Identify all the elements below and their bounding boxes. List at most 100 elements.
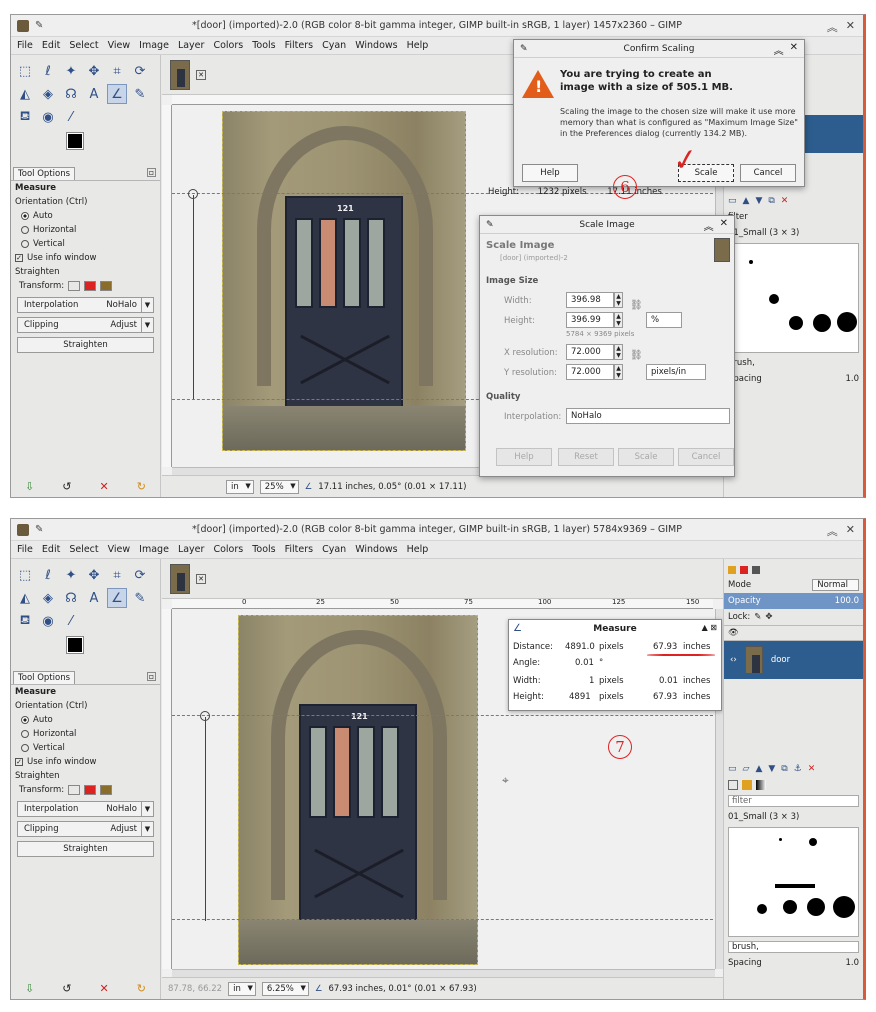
- lasso-icon[interactable]: ℓ: [38, 565, 58, 585]
- interpolation-combo[interactable]: Interpolation NoHalo ▼: [17, 801, 154, 817]
- minimize-icon[interactable]: ︽: [704, 218, 714, 233]
- fuzzy-select-icon[interactable]: ✦: [61, 565, 81, 585]
- minimize-icon[interactable]: ︽: [827, 523, 838, 539]
- pin-icon[interactable]: ✎: [35, 20, 43, 31]
- duplicate-layer-icon[interactable]: ⧉: [768, 196, 774, 206]
- menu-colors[interactable]: Colors: [213, 544, 243, 555]
- menu-windows[interactable]: Windows: [355, 544, 397, 555]
- radio-auto[interactable]: Auto: [11, 713, 160, 727]
- brush-tab-icon[interactable]: [728, 780, 738, 790]
- guide-line[interactable]: [172, 715, 713, 716]
- menu-file[interactable]: File: [17, 40, 33, 51]
- delete-layer-icon[interactable]: ✕: [808, 764, 816, 774]
- pin-icon[interactable]: ✎: [35, 524, 43, 535]
- minimize-icon[interactable]: ︽: [774, 42, 784, 57]
- anchor-icon[interactable]: ⚓: [794, 764, 802, 774]
- rect-select-icon[interactable]: ⬚: [15, 565, 35, 585]
- menu-layer[interactable]: Layer: [178, 40, 205, 51]
- height-input[interactable]: 396.99: [566, 312, 614, 328]
- foreground-color[interactable]: [66, 132, 84, 150]
- pattern-tab-icon[interactable]: [742, 780, 752, 790]
- delete-options-icon[interactable]: ✕: [100, 480, 109, 493]
- eye-icon[interactable]: 👁: [728, 628, 739, 638]
- close-icon[interactable]: ✕: [790, 42, 798, 57]
- image-thumbnail[interactable]: [170, 563, 190, 594]
- new-layer-icon[interactable]: ▭: [728, 764, 737, 774]
- warp-icon[interactable]: ◭: [15, 588, 35, 608]
- channels-tab-icon[interactable]: [740, 566, 748, 574]
- chain-link-icon[interactable]: ⛓: [630, 350, 643, 361]
- image-thumbnail[interactable]: [170, 59, 190, 90]
- transform-selection-icon[interactable]: [84, 785, 97, 795]
- spacing-row[interactable]: Spacing 1.0: [724, 955, 863, 971]
- interpolation-select[interactable]: NoHalo: [566, 408, 730, 424]
- menu-view[interactable]: View: [108, 40, 131, 51]
- visibility-icon[interactable]: ‹›: [730, 655, 737, 665]
- xres-spin[interactable]: ▲ ▼: [614, 344, 623, 360]
- paths-icon[interactable]: ☊: [61, 588, 81, 608]
- color-swatches[interactable]: [66, 132, 160, 167]
- clipping-combo[interactable]: Clipping Adjust ▼: [17, 317, 154, 333]
- reset-options-icon[interactable]: ↻: [137, 982, 146, 995]
- lock-pixels-icon[interactable]: ✎: [754, 612, 761, 622]
- chain-link-icon[interactable]: ⛓: [630, 300, 643, 311]
- menu-help[interactable]: Help: [407, 40, 429, 51]
- menu-cyan[interactable]: Cyan: [322, 40, 346, 51]
- y-resolution-input[interactable]: 72.000: [566, 364, 614, 380]
- radio-auto[interactable]: Auto: [11, 209, 160, 223]
- minimize-icon[interactable]: ︽: [827, 19, 838, 35]
- foreground-color[interactable]: [66, 636, 84, 654]
- measure-tool-icon[interactable]: ∠: [107, 588, 127, 608]
- save-options-icon[interactable]: ⇩: [25, 480, 34, 493]
- measure-handle[interactable]: [200, 711, 210, 721]
- door-image[interactable]: 121: [238, 615, 478, 965]
- menu-edit[interactable]: Edit: [42, 544, 60, 555]
- brush-name-field[interactable]: brush,: [724, 355, 863, 371]
- menu-layer[interactable]: Layer: [178, 544, 205, 555]
- save-options-icon[interactable]: ⇩: [25, 982, 34, 995]
- lower-layer-icon[interactable]: ▼: [755, 196, 762, 206]
- measure-tool-icon[interactable]: ∠: [107, 84, 127, 104]
- zoom-select[interactable]: 25%: [259, 479, 299, 494]
- cancel-button[interactable]: Cancel: [678, 448, 734, 466]
- raise-layer-icon[interactable]: ▲: [755, 764, 762, 774]
- layer-row[interactable]: ‹› door: [724, 641, 863, 679]
- menu-help[interactable]: Help: [407, 544, 429, 555]
- close-icon[interactable]: ▫: [147, 168, 156, 177]
- transform-layer-icon[interactable]: [68, 785, 81, 795]
- crop-icon[interactable]: ⌗: [107, 565, 127, 585]
- filter-input[interactable]: filter: [724, 209, 863, 225]
- vertical-ruler[interactable]: [162, 609, 172, 969]
- opacity-slider[interactable]: Opacity 100.0: [724, 593, 863, 609]
- transform-layer-icon[interactable]: [68, 281, 81, 291]
- brush-icon[interactable]: ⁄: [61, 107, 81, 127]
- cancel-button[interactable]: Cancel: [740, 164, 796, 182]
- layers-tab-icon[interactable]: [728, 566, 736, 574]
- lower-layer-icon[interactable]: ▼: [768, 764, 775, 774]
- measure-line[interactable]: [193, 195, 194, 399]
- menu-tools[interactable]: Tools: [252, 544, 275, 555]
- mode-select[interactable]: Normal: [812, 579, 859, 591]
- menu-edit[interactable]: Edit: [42, 40, 60, 51]
- close-icon[interactable]: ▲ ⊠: [702, 623, 717, 632]
- folder-icon[interactable]: ▱: [743, 764, 750, 774]
- rect-select-icon[interactable]: ⬚: [15, 61, 35, 81]
- door-image[interactable]: 121: [222, 111, 466, 451]
- canvas-area[interactable]: ✕ 0 25 50 75 100 125 150 121 ⌖ 87.78, 66…: [162, 559, 723, 999]
- close-icon[interactable]: ✕: [720, 218, 728, 233]
- straighten-button[interactable]: Straighten: [17, 337, 154, 353]
- perspective-icon[interactable]: ◈: [38, 588, 58, 608]
- bucket-icon[interactable]: ⛾: [15, 611, 35, 631]
- width-input[interactable]: 396.98: [566, 292, 614, 308]
- menu-windows[interactable]: Windows: [355, 40, 397, 51]
- unit-select[interactable]: %: [646, 312, 682, 328]
- info-window-checkbox[interactable]: ✓ Use info window: [11, 251, 160, 265]
- menu-filters[interactable]: Filters: [285, 544, 313, 555]
- tab-tool-options[interactable]: Tool Options: [13, 671, 76, 684]
- zoom-select[interactable]: 6.25%: [261, 981, 309, 996]
- restore-options-icon[interactable]: ↺: [62, 982, 71, 995]
- menu-file[interactable]: File: [17, 544, 33, 555]
- radio-horizontal[interactable]: Horizontal: [11, 727, 160, 741]
- yres-spin[interactable]: ▲ ▼: [614, 364, 623, 380]
- brush-grid[interactable]: [728, 243, 859, 353]
